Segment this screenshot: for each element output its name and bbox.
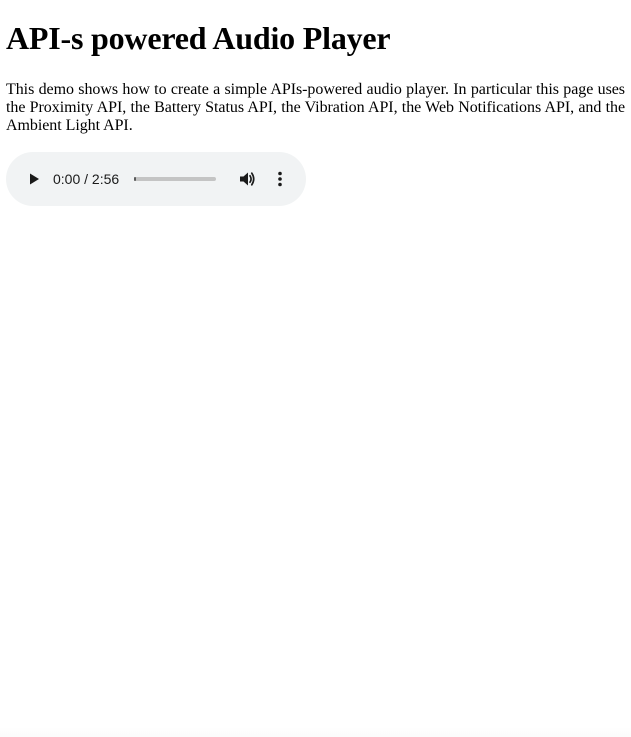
intro-paragraph: This demo shows how to create a simple A…	[6, 81, 625, 134]
page-content: API-s powered Audio Player This demo sho…	[0, 20, 631, 206]
seek-slider[interactable]	[134, 177, 216, 181]
time-display: 0:00 / 2:56	[53, 171, 120, 187]
volume-icon[interactable]	[238, 170, 256, 188]
viewport-bottom-shadow	[0, 727, 631, 737]
play-icon[interactable]	[26, 171, 42, 187]
more-vertical-icon[interactable]	[272, 170, 288, 188]
page-title: API-s powered Audio Player	[6, 20, 391, 56]
seek-progress	[134, 177, 137, 181]
audio-player: 0:00 / 2:56	[6, 152, 306, 206]
